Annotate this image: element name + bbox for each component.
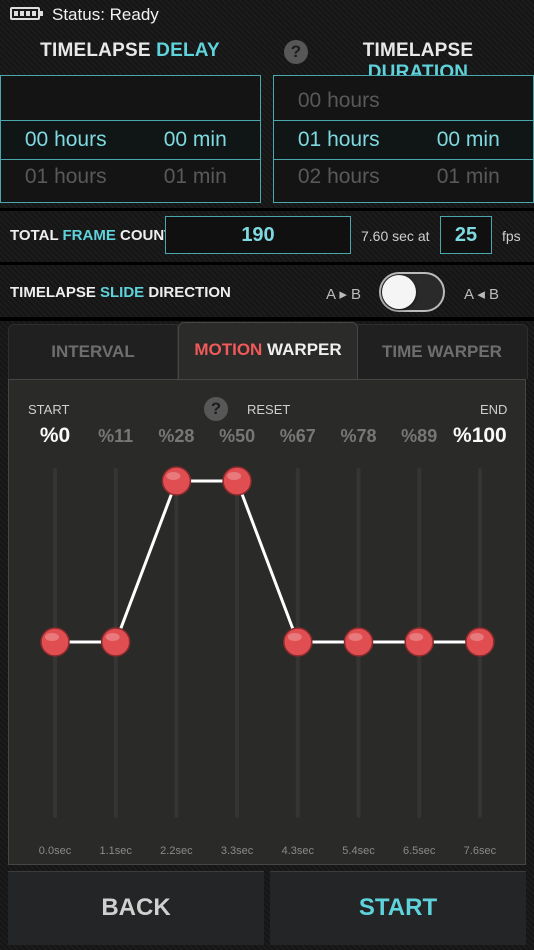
warp-node-highlight — [166, 472, 181, 480]
warp-node[interactable] — [465, 627, 495, 657]
warp-line — [55, 479, 480, 644]
warp-node-highlight — [348, 633, 363, 641]
back-button[interactable]: BACK — [8, 871, 264, 945]
warp-node[interactable] — [222, 466, 252, 496]
warp-node[interactable] — [100, 627, 131, 657]
warp-node-highlight — [227, 472, 242, 480]
warp-node[interactable] — [343, 627, 374, 657]
warp-node-highlight — [105, 633, 120, 641]
warp-node[interactable] — [161, 466, 192, 496]
warp-node-highlight — [45, 633, 59, 641]
warp-node[interactable] — [283, 627, 313, 657]
warp-node[interactable] — [404, 627, 434, 657]
start-button[interactable]: START — [270, 871, 526, 945]
warp-node-highlight — [287, 633, 302, 641]
warp-curve[interactable] — [0, 0, 534, 950]
warp-node-highlight — [409, 633, 424, 641]
warp-node-highlight — [469, 633, 484, 641]
warp-node[interactable] — [40, 627, 70, 657]
slider-track[interactable] — [174, 468, 179, 818]
slider-track[interactable] — [235, 468, 240, 818]
